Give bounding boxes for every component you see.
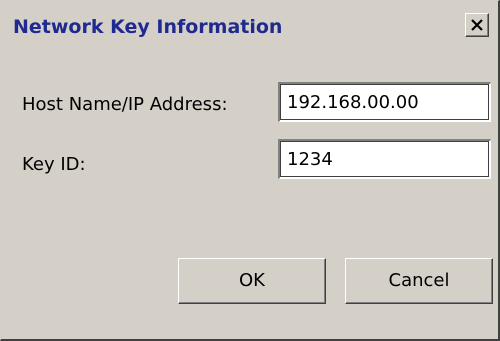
host-name-label: Host Name/IP Address: [22,94,228,115]
ok-button[interactable]: OK [178,258,326,304]
network-key-dialog: Network Key Information Host Name/IP Add… [0,0,500,341]
key-id-input[interactable] [278,139,491,179]
close-button[interactable] [465,13,489,37]
close-icon [471,19,483,31]
host-name-input[interactable] [278,82,491,122]
dialog-title: Network Key Information [13,16,283,38]
cancel-button[interactable]: Cancel [345,258,493,304]
title-bar: Network Key Information [5,5,495,47]
key-id-label: Key ID: [22,154,86,175]
